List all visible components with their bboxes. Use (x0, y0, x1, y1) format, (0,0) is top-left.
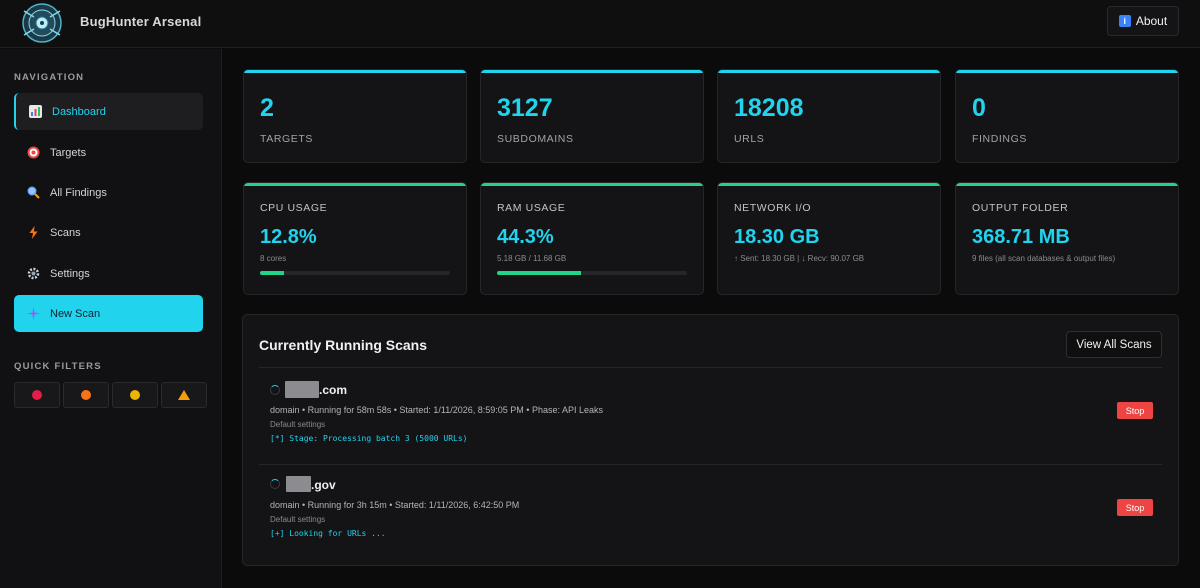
resource-subtext: ↑ Sent: 18.30 GB | ↓ Recv: 90.07 GB (734, 254, 865, 263)
resource-value: 18.30 GB (734, 226, 820, 248)
stat-label: SUBDOMAINS (497, 133, 574, 145)
scan-log-line: [*] Stage: Processing batch 3 (5000 URLs… (270, 434, 468, 443)
stat-value: 3127 (497, 94, 553, 122)
search-icon (26, 186, 40, 200)
quick-filters (14, 382, 207, 408)
stop-scan-button[interactable]: Stop (1117, 402, 1153, 419)
orange-dot-icon (81, 390, 91, 400)
yellow-dot-icon (130, 390, 140, 400)
view-all-scans-button[interactable]: View All Scans (1066, 331, 1162, 358)
stat-card-urls[interactable]: 18208 URLS (717, 69, 941, 163)
sidebar-item-label: Dashboard (52, 105, 106, 118)
stat-label: URLS (734, 133, 765, 145)
scan-meta: domain • Running for 3h 15m • Started: 1… (270, 500, 520, 510)
sparkle-icon (26, 307, 40, 321)
sidebar-item-dashboard[interactable]: Dashboard (14, 93, 203, 130)
sidebar-item-label: Settings (50, 267, 90, 280)
scan-log-line: [+] Looking for URLs ... (270, 529, 386, 538)
resource-value: 44.3% (497, 226, 554, 248)
resource-subtext: 9 files (all scan databases & output fil… (972, 254, 1116, 263)
running-scans-title: Currently Running Scans (259, 337, 428, 353)
stat-label: FINDINGS (972, 133, 1027, 145)
divider (259, 367, 1162, 368)
stat-value: 18208 (734, 94, 804, 122)
loading-spinner-icon (270, 385, 280, 395)
loading-spinner-icon (270, 479, 280, 489)
new-scan-button[interactable]: New Scan (14, 295, 203, 332)
sidebar-item-label: Scans (50, 226, 81, 239)
scan-target-name: .gov (311, 478, 336, 492)
stat-card-targets[interactable]: 2 TARGETS (243, 69, 467, 163)
warning-icon (178, 390, 190, 400)
new-scan-label: New Scan (50, 307, 101, 320)
red-dot-icon (32, 390, 42, 400)
gear-icon (26, 267, 40, 281)
lightning-icon (26, 226, 40, 240)
navigation-heading: NAVIGATION (14, 72, 85, 83)
running-scans-panel: Currently Running Scans View All Scans .… (242, 314, 1179, 566)
quick-filters-heading: QUICK FILTERS (14, 361, 102, 372)
cpu-usage-bar-fill (260, 271, 285, 275)
resource-subtext: 8 cores (260, 254, 287, 263)
stat-card-findings[interactable]: 0 FINDINGS (955, 69, 1179, 163)
resource-card-ram: RAM USAGE 44.3% 5.18 GB / 11.68 GB (480, 182, 704, 295)
running-scan-item[interactable]: .com domain • Running for 58m 58s • Star… (259, 369, 1162, 465)
scan-target-name: .com (319, 383, 348, 397)
filter-high-button[interactable] (63, 382, 109, 408)
resource-value: 368.71 MB (972, 226, 1070, 248)
target-icon (26, 146, 40, 160)
sidebar-item-all-findings[interactable]: All Findings (14, 174, 203, 211)
sidebar-item-targets[interactable]: Targets (14, 134, 203, 171)
stat-card-subdomains[interactable]: 3127 SUBDOMAINS (480, 69, 704, 163)
info-icon: i (1118, 15, 1131, 27)
resource-card-cpu: CPU USAGE 12.8% 8 cores (243, 182, 467, 295)
running-scan-item[interactable]: .gov domain • Running for 3h 15m • Start… (259, 465, 1162, 561)
resource-card-output-folder: OUTPUT FOLDER 368.71 MB 9 files (all sca… (955, 182, 1179, 295)
redacted-domain (286, 476, 311, 492)
bughunter-logo-icon[interactable] (16, 1, 68, 45)
ram-usage-bar-fill (497, 271, 582, 275)
scan-meta: domain • Running for 58m 58s • Started: … (270, 405, 603, 415)
stat-value: 0 (972, 94, 986, 122)
scan-settings: Default settings (270, 515, 326, 524)
about-button[interactable]: i About (1107, 6, 1179, 36)
filter-critical-button[interactable] (14, 382, 60, 408)
resource-subtext: 5.18 GB / 11.68 GB (497, 254, 567, 263)
resource-card-network: NETWORK I/O 18.30 GB ↑ Sent: 18.30 GB | … (717, 182, 941, 295)
sidebar-item-settings[interactable]: Settings (14, 255, 203, 292)
resource-label: OUTPUT FOLDER (972, 202, 1069, 214)
ram-usage-bar (497, 271, 687, 275)
sidebar-item-scans[interactable]: Scans (14, 214, 203, 251)
top-header: BugHunter Arsenal i About (0, 0, 1200, 48)
stat-label: TARGETS (260, 133, 314, 145)
chart-icon (28, 105, 42, 119)
app-title: BugHunter Arsenal (80, 14, 202, 29)
resource-value: 12.8% (260, 226, 317, 248)
sidebar: NAVIGATION Dashboard Targets All Finding… (0, 49, 222, 588)
sidebar-item-label: Targets (50, 146, 87, 159)
sidebar-item-label: All Findings (50, 186, 107, 199)
stop-scan-button[interactable]: Stop (1117, 499, 1153, 516)
stat-value: 2 (260, 94, 274, 122)
resource-label: RAM USAGE (497, 202, 566, 214)
redacted-domain (285, 381, 319, 398)
filter-warning-button[interactable] (161, 382, 207, 408)
scan-settings: Default settings (270, 420, 326, 429)
about-label: About (1135, 14, 1168, 28)
filter-medium-button[interactable] (112, 382, 158, 408)
cpu-usage-bar (260, 271, 450, 275)
resource-label: NETWORK I/O (734, 202, 812, 214)
resource-label: CPU USAGE (260, 202, 328, 214)
